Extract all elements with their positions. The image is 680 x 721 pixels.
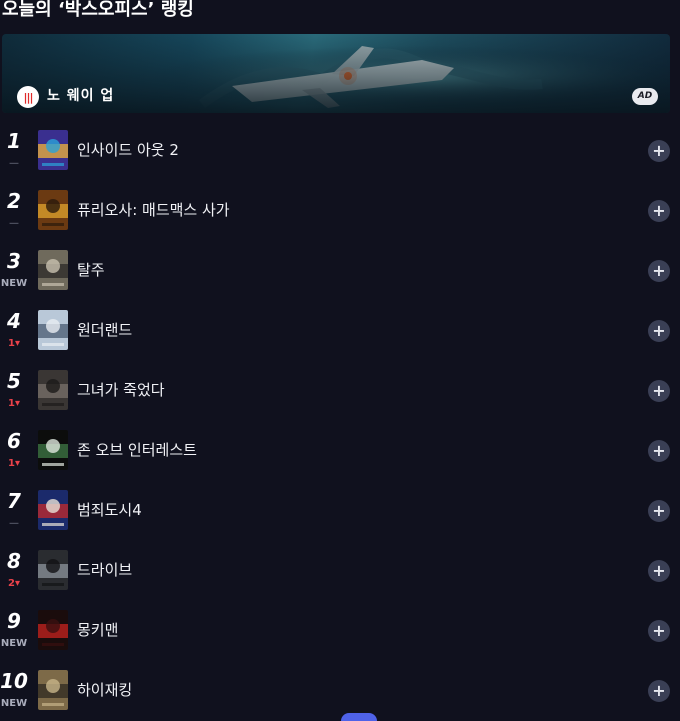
box-office-page: 오늘의 ‘박스오피스’ 랭킹 ||| 노 웨이 업 AD 1 — 인사이드 아웃… bbox=[0, 0, 680, 721]
add-to-list-button[interactable]: + bbox=[648, 560, 670, 582]
ad-title[interactable]: 노 웨이 업 bbox=[47, 87, 114, 105]
rank-change: NEW bbox=[0, 698, 28, 709]
rank-change: 1▾ bbox=[8, 458, 20, 469]
ranking-row[interactable]: 10 NEW 하이재킹 + bbox=[0, 660, 680, 720]
rank-number: 5 bbox=[7, 369, 21, 393]
movie-poster[interactable] bbox=[38, 370, 68, 410]
ranking-row[interactable]: 5 1▾ 그녀가 죽었다 + bbox=[0, 360, 680, 420]
add-to-list-button[interactable]: + bbox=[648, 500, 670, 522]
rank-number: 8 bbox=[7, 549, 21, 573]
movie-poster[interactable] bbox=[38, 430, 68, 470]
rank-number: 3 bbox=[7, 249, 21, 273]
movie-title[interactable]: 존 오브 인터레스트 bbox=[77, 439, 197, 461]
movie-title[interactable]: 그녀가 죽었다 bbox=[77, 379, 165, 401]
rank-number: 2 bbox=[7, 189, 21, 213]
movie-title[interactable]: 인사이드 아웃 2 bbox=[77, 139, 179, 161]
ad-badge: AD bbox=[632, 88, 658, 105]
add-to-list-button[interactable]: + bbox=[648, 140, 670, 162]
plus-circle-icon: + bbox=[652, 140, 666, 160]
rank-number: 4 bbox=[7, 309, 21, 333]
rank-change: — bbox=[9, 158, 19, 169]
rank-change: 1▾ bbox=[8, 338, 20, 349]
plus-circle-icon: + bbox=[652, 260, 666, 280]
plus-circle-icon: + bbox=[652, 500, 666, 520]
rank-change: 2▾ bbox=[8, 578, 20, 589]
rank-change: 1▾ bbox=[8, 398, 20, 409]
rank-number: 9 bbox=[7, 609, 21, 633]
rank-change: NEW bbox=[0, 638, 28, 649]
rank-number: 1 bbox=[7, 129, 21, 153]
rank-number: 7 bbox=[7, 489, 21, 513]
plus-circle-icon: + bbox=[652, 620, 666, 640]
ranking-row[interactable]: 1 — 인사이드 아웃 2 + bbox=[0, 120, 680, 180]
movie-poster[interactable] bbox=[38, 670, 68, 710]
add-to-list-button[interactable]: + bbox=[648, 440, 670, 462]
rank-number: 10 bbox=[0, 669, 28, 693]
netflix-logo-icon: ||| bbox=[17, 86, 39, 108]
movie-poster[interactable] bbox=[38, 130, 68, 170]
rank-change: — bbox=[9, 518, 19, 529]
add-to-list-button[interactable]: + bbox=[648, 320, 670, 342]
movie-title[interactable]: 범죄도시4 bbox=[77, 499, 142, 521]
ranking-list: 1 — 인사이드 아웃 2 +2 — 퓨리오사: 매드맥스 사가 +3 NEW 탈주 +4 1▾ 원더… bbox=[0, 120, 680, 720]
movie-title[interactable]: 드라이브 bbox=[77, 559, 132, 581]
movie-title[interactable]: 원더랜드 bbox=[77, 319, 132, 341]
add-to-list-button[interactable]: + bbox=[648, 620, 670, 642]
ranking-row[interactable]: 7 — 범죄도시4 + bbox=[0, 480, 680, 540]
movie-poster[interactable] bbox=[38, 190, 68, 230]
movie-poster[interactable] bbox=[38, 250, 68, 290]
plus-circle-icon: + bbox=[652, 560, 666, 580]
rank-change: NEW bbox=[0, 278, 28, 289]
ranking-row[interactable]: 9 NEW 몽키맨 + bbox=[0, 600, 680, 660]
plus-circle-icon: + bbox=[652, 380, 666, 400]
movie-title[interactable]: 퓨리오사: 매드맥스 사가 bbox=[77, 199, 230, 221]
scroll-indicator[interactable] bbox=[341, 713, 377, 721]
ranking-row[interactable]: 8 2▾ 드라이브 + bbox=[0, 540, 680, 600]
ranking-row[interactable]: 4 1▾ 원더랜드 + bbox=[0, 300, 680, 360]
add-to-list-button[interactable]: + bbox=[648, 200, 670, 222]
movie-title[interactable]: 탈주 bbox=[77, 259, 105, 281]
add-to-list-button[interactable]: + bbox=[648, 680, 670, 702]
rank-change: — bbox=[9, 218, 19, 229]
plus-circle-icon: + bbox=[652, 320, 666, 340]
movie-poster[interactable] bbox=[38, 490, 68, 530]
movie-title[interactable]: 몽키맨 bbox=[77, 619, 118, 641]
movie-poster[interactable] bbox=[38, 550, 68, 590]
add-to-list-button[interactable]: + bbox=[648, 380, 670, 402]
ranking-row[interactable]: 2 — 퓨리오사: 매드맥스 사가 + bbox=[0, 180, 680, 240]
rank-number: 6 bbox=[7, 429, 21, 453]
plus-circle-icon: + bbox=[652, 680, 666, 700]
ranking-row[interactable]: 6 1▾ 존 오브 인터레스트 + bbox=[0, 420, 680, 480]
movie-title[interactable]: 하이재킹 bbox=[77, 679, 132, 701]
plus-circle-icon: + bbox=[652, 440, 666, 460]
movie-poster[interactable] bbox=[38, 310, 68, 350]
plus-circle-icon: + bbox=[652, 200, 666, 220]
movie-poster[interactable] bbox=[38, 610, 68, 650]
add-to-list-button[interactable]: + bbox=[648, 260, 670, 282]
section-title: 오늘의 ‘박스오피스’ 랭킹 bbox=[2, 0, 194, 20]
ranking-row[interactable]: 3 NEW 탈주 + bbox=[0, 240, 680, 300]
